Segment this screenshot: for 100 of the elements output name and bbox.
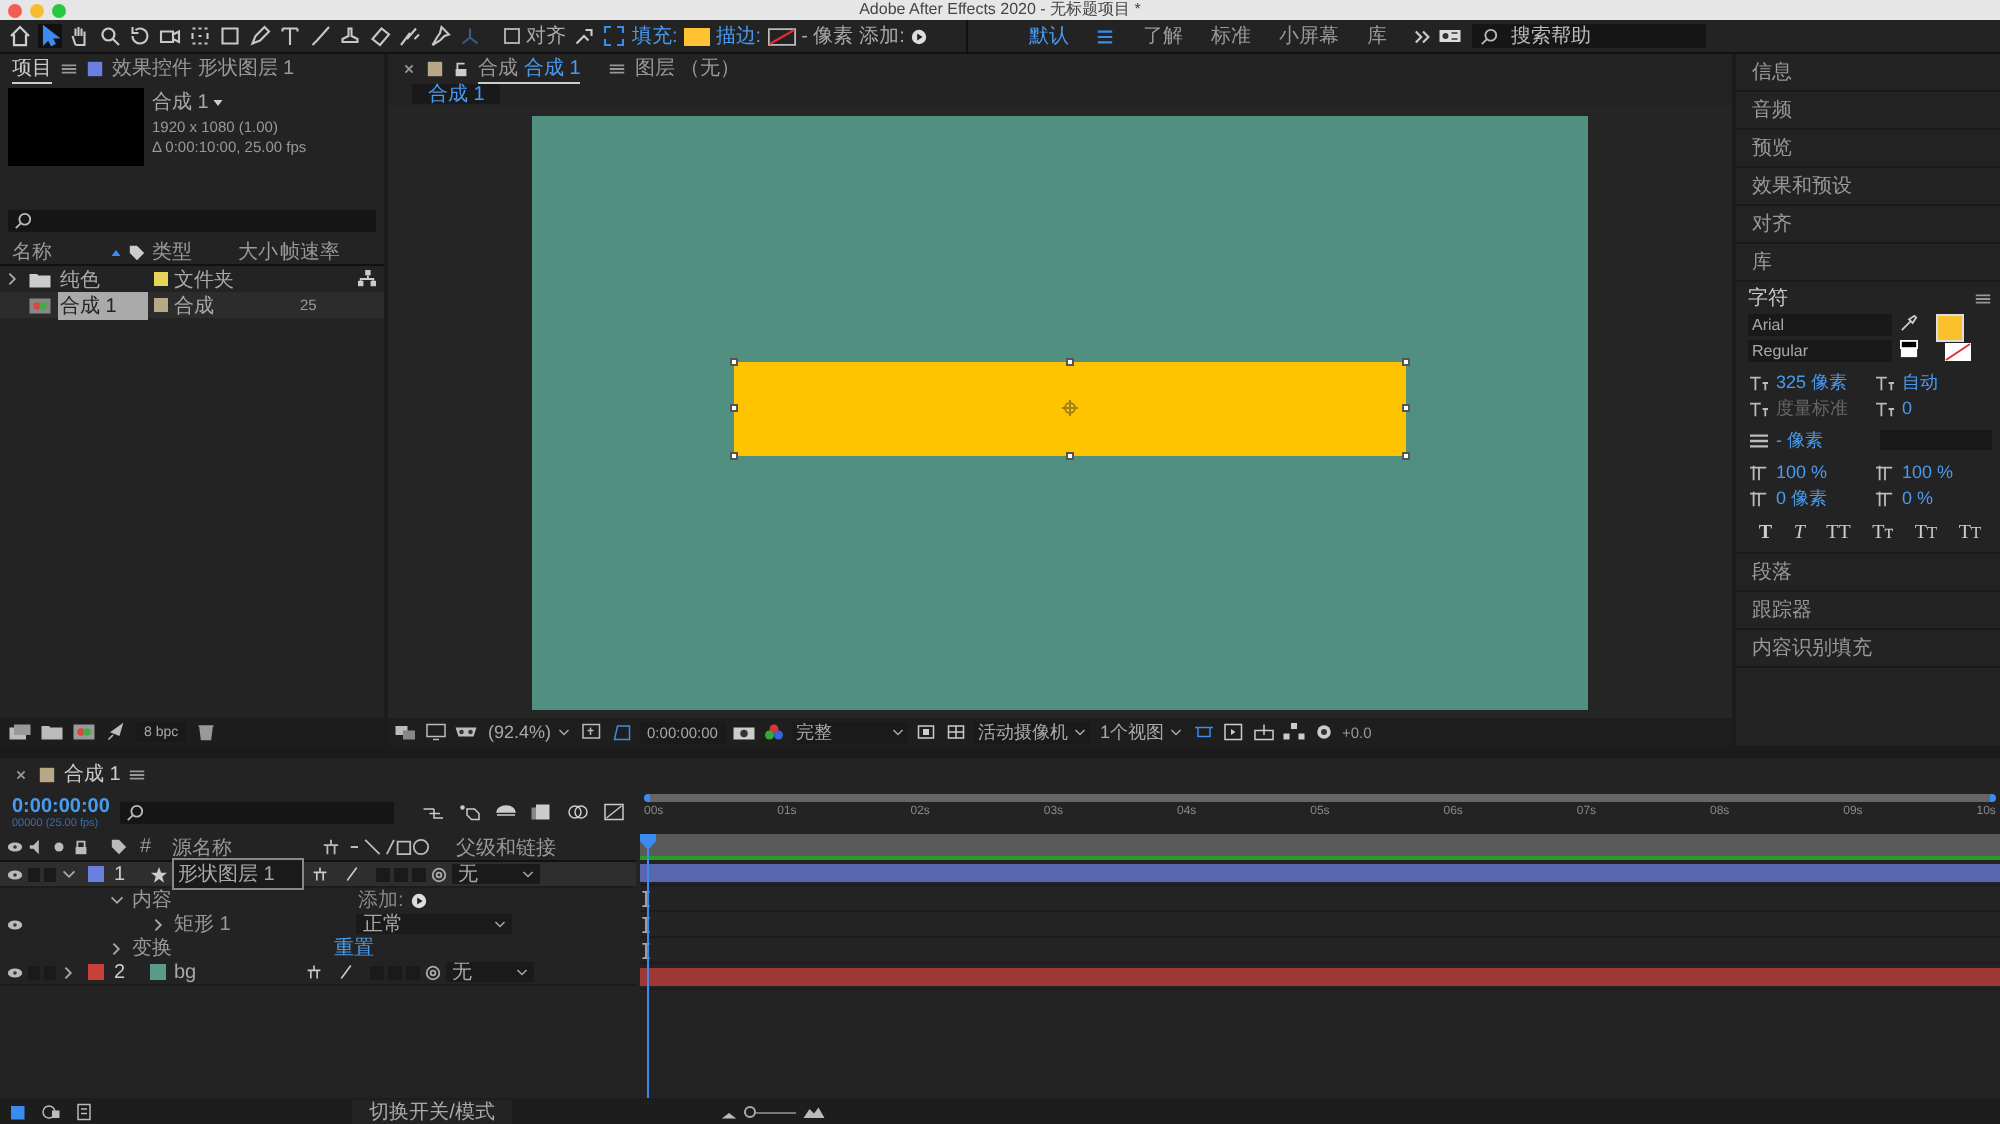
- eye-icon[interactable]: [6, 963, 24, 981]
- rectangle-icon[interactable]: [218, 24, 242, 48]
- text-style-button[interactable]: T: [1758, 518, 1773, 546]
- graph-editor-icon[interactable]: [602, 800, 626, 824]
- label-color[interactable]: [88, 964, 104, 980]
- metric-value[interactable]: 自动: [1902, 369, 1938, 395]
- transform-handle[interactable]: [730, 451, 738, 459]
- trash-icon[interactable]: [194, 720, 219, 744]
- lock-icon[interactable]: [452, 59, 470, 77]
- dropdown-caret-icon[interactable]: [212, 97, 225, 107]
- current-timecode[interactable]: 0:00:00:00: [12, 795, 108, 817]
- layer-row[interactable]: 2 bg 无: [0, 960, 636, 986]
- region-icon[interactable]: [913, 720, 938, 744]
- layer-row[interactable]: 1 形状图层 1 无: [0, 862, 636, 888]
- stroke-color-swatch[interactable]: [767, 27, 796, 45]
- column-header[interactable]: 名称: [12, 238, 104, 266]
- metric-value[interactable]: 325 像素: [1776, 369, 1848, 395]
- panel-header[interactable]: 跟踪器: [1736, 592, 2000, 630]
- font-style-dropdown[interactable]: Regular: [1748, 340, 1892, 362]
- workspace-tab[interactable]: 小屏幕: [1278, 22, 1339, 50]
- sort-ascending-icon[interactable]: [110, 247, 122, 257]
- rgb-channels-icon[interactable]: [761, 720, 786, 744]
- preview-icon[interactable]: [394, 720, 418, 744]
- column-header[interactable]: 大小: [238, 238, 274, 266]
- transform-handle[interactable]: [1066, 451, 1074, 459]
- workspace-settings-icon[interactable]: [1438, 24, 1463, 48]
- arrows-icon[interactable]: [572, 24, 596, 48]
- monitor-icon[interactable]: [424, 720, 448, 744]
- interpret-footage-icon[interactable]: [8, 720, 32, 744]
- stroke-width-value[interactable]: - 像素: [801, 22, 854, 50]
- panel-tab[interactable]: 项目: [12, 53, 52, 83]
- flowchart-icon[interactable]: [1281, 720, 1306, 744]
- frame-blending-icon[interactable]: [530, 800, 554, 824]
- parent-dropdown[interactable]: 无: [452, 864, 540, 884]
- stroke-width-value[interactable]: - 像素: [1776, 427, 1823, 453]
- home-icon[interactable]: [8, 24, 32, 48]
- workspace-tab[interactable]: 库: [1366, 22, 1387, 50]
- no-stroke-swatch-icon[interactable]: [1944, 342, 1972, 362]
- timing-icon[interactable]: [72, 1100, 96, 1124]
- layer-switches-icon[interactable]: [312, 866, 360, 882]
- fast-preview-icon[interactable]: [1221, 720, 1246, 744]
- layer-name[interactable]: 形状图层 1: [172, 858, 304, 890]
- breadcrumb[interactable]: 合成 1: [412, 84, 501, 104]
- workspace-tab[interactable]: 了解: [1142, 22, 1183, 50]
- panel-header[interactable]: 效果和预设: [1736, 168, 2000, 206]
- menu-icon[interactable]: [60, 59, 78, 77]
- mask-path-icon[interactable]: [609, 720, 634, 744]
- metric-value[interactable]: 0: [1902, 398, 1913, 418]
- timeline-tab[interactable]: 合成 1: [64, 760, 121, 788]
- add-button-icon[interactable]: [409, 891, 428, 909]
- close-icon[interactable]: [12, 765, 30, 783]
- roto-brush-icon[interactable]: [398, 24, 422, 48]
- camera-icon[interactable]: [158, 24, 182, 48]
- help-search-field[interactable]: 搜索帮助: [1472, 24, 1707, 48]
- panel-header[interactable]: 内容识别填充: [1736, 630, 2000, 668]
- column-header[interactable]: 类型: [152, 238, 232, 266]
- chevrons-icon[interactable]: [1414, 27, 1433, 45]
- layer-duration-bar[interactable]: [640, 863, 2000, 881]
- safe-area-icon[interactable]: [579, 720, 604, 744]
- metric-value[interactable]: 0 %: [1902, 488, 1934, 508]
- fill-color-swatch[interactable]: [683, 27, 710, 45]
- panel-tab[interactable]: 效果控件 形状图层 1: [112, 53, 295, 83]
- eraser-icon[interactable]: [368, 24, 392, 48]
- layer-switches-icon[interactable]: [306, 964, 354, 980]
- transform-handle[interactable]: [1402, 451, 1410, 459]
- pick-whip-icon[interactable]: [430, 865, 448, 883]
- pin-icon[interactable]: [428, 24, 452, 48]
- timeline-icon[interactable]: [1251, 720, 1276, 744]
- eye-icon[interactable]: [6, 865, 24, 883]
- metric-value[interactable]: 100 %: [1902, 462, 1954, 482]
- panel-header[interactable]: 信息: [1736, 54, 2000, 92]
- transform-handle[interactable]: [1066, 357, 1074, 365]
- selection-arrow-icon[interactable]: [38, 24, 62, 48]
- magnifier-icon[interactable]: [98, 24, 122, 48]
- menu-icon[interactable]: [1974, 289, 1992, 307]
- metric-value[interactable]: 100 %: [1776, 462, 1828, 482]
- close-icon[interactable]: [400, 59, 418, 77]
- menu-icon[interactable]: [608, 59, 627, 77]
- eyedropper-icon[interactable]: [1900, 314, 1918, 332]
- transform-handle[interactable]: [730, 357, 738, 365]
- tag-icon[interactable]: [128, 243, 146, 261]
- draft-3d-icon[interactable]: [458, 800, 482, 824]
- metric-value[interactable]: 0 像素: [1776, 485, 1828, 511]
- text-fill-color-swatch[interactable]: [1936, 314, 1964, 342]
- project-item-row[interactable]: 纯色 文件夹: [0, 266, 384, 292]
- type-tool-icon[interactable]: [278, 24, 302, 48]
- menu-icon[interactable]: [128, 765, 147, 783]
- snap-checkbox[interactable]: [504, 28, 520, 44]
- stamp-icon[interactable]: [338, 24, 362, 48]
- text-style-button[interactable]: Tт: [1872, 518, 1894, 546]
- window-close-button[interactable]: [8, 3, 22, 17]
- default-colors-icon[interactable]: [1900, 340, 1918, 358]
- transfer-controls-icon[interactable]: [40, 1100, 64, 1124]
- rotate-icon[interactable]: [128, 24, 152, 48]
- rocket-icon[interactable]: [104, 720, 128, 744]
- pick-whip-icon[interactable]: [424, 963, 442, 981]
- magnification-dropdown[interactable]: (92.4%): [484, 722, 574, 742]
- pen-icon[interactable]: [248, 24, 272, 48]
- expand-corners-icon[interactable]: [602, 24, 626, 48]
- panel-header[interactable]: 对齐: [1736, 206, 2000, 244]
